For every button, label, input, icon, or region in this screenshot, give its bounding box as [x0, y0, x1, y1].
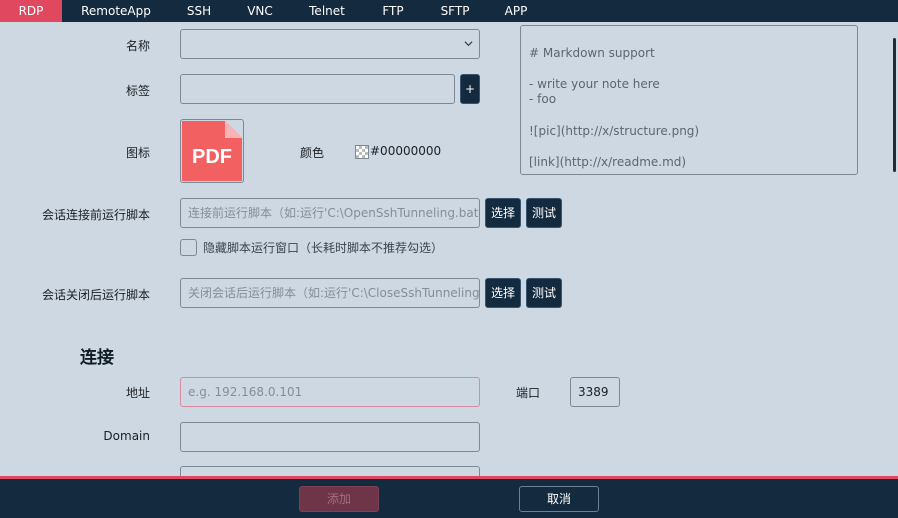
note-line: ![pic](http://x/structure.png): [529, 123, 700, 138]
note-line: [529, 139, 849, 155]
tab-app[interactable]: APP: [486, 0, 546, 22]
tab-rdp[interactable]: RDP: [0, 0, 62, 22]
protocol-tab-bar: RDP RemoteApp SSH VNC Telnet FTP SFTP AP…: [0, 0, 898, 22]
next-field-partial[interactable]: [180, 466, 480, 476]
note-line: - write your note here: [529, 76, 660, 91]
domain-label: Domain: [103, 429, 150, 443]
color-label: 颜色: [300, 146, 325, 160]
note-line: [529, 30, 849, 46]
pdf-icon-text: PDF: [192, 146, 232, 168]
markdown-note-area[interactable]: # Markdown support - write your note her…: [520, 25, 858, 175]
note-line: [link](http://x/readme.md): [529, 154, 687, 169]
hide-window-label[interactable]: 隐藏脚本运行窗口（长耗时脚本不推荐勾选）: [203, 239, 443, 256]
add-button[interactable]: 添加: [299, 486, 379, 512]
tab-vnc[interactable]: VNC: [228, 0, 292, 22]
transparent-checker-icon[interactable]: [355, 145, 369, 159]
name-label: 名称: [125, 39, 150, 53]
tab-sftp[interactable]: SFTP: [424, 0, 486, 22]
pre-script-label: 会话连接前运行脚本: [41, 208, 150, 222]
icon-picker[interactable]: PDF: [180, 119, 244, 183]
chevron-down-icon: [464, 41, 473, 47]
icon-label: 图标: [125, 146, 150, 160]
address-label: 地址: [125, 386, 150, 400]
tab-remoteapp[interactable]: RemoteApp: [62, 0, 170, 22]
port-input[interactable]: 3389: [570, 377, 620, 407]
note-line: - foo: [529, 92, 557, 107]
hide-window-checkbox[interactable]: [180, 239, 197, 256]
note-line: # Markdown support: [529, 45, 655, 60]
tab-telnet[interactable]: Telnet: [292, 0, 362, 22]
port-label: 端口: [516, 386, 541, 400]
note-line: [529, 61, 849, 77]
session-form: 名称 标签 + 图标 PDF 颜色 #00000000 # Markdown s…: [0, 22, 898, 476]
post-script-input[interactable]: 关闭会话后运行脚本（如:运行'C:\CloseSshTunneling: [180, 278, 480, 308]
vertical-scrollbar[interactable]: [893, 38, 896, 172]
add-tag-button[interactable]: +: [460, 74, 480, 104]
note-line: [529, 108, 849, 124]
tab-ssh[interactable]: SSH: [170, 0, 228, 22]
color-value[interactable]: #00000000: [370, 144, 441, 158]
post-script-test-button[interactable]: 测试: [526, 278, 562, 308]
post-script-label: 会话关闭后运行脚本: [41, 288, 150, 302]
pre-script-choose-button[interactable]: 选择: [485, 198, 521, 228]
address-input[interactable]: e.g. 192.168.0.101: [180, 377, 480, 407]
tag-input[interactable]: [180, 74, 455, 104]
pre-script-test-button[interactable]: 测试: [526, 198, 562, 228]
connection-section-title: 连接: [80, 348, 114, 368]
pre-script-input[interactable]: 连接前运行脚本（如:运行'C:\OpenSshTunneling.bat: [180, 198, 480, 228]
tab-ftp[interactable]: FTP: [362, 0, 424, 22]
name-dropdown[interactable]: [180, 29, 480, 59]
post-script-choose-button[interactable]: 选择: [485, 278, 521, 308]
tag-label: 标签: [125, 84, 150, 98]
dialog-footer: 添加 取消: [0, 476, 898, 518]
domain-input[interactable]: [180, 422, 480, 452]
cancel-button[interactable]: 取消: [519, 486, 599, 512]
